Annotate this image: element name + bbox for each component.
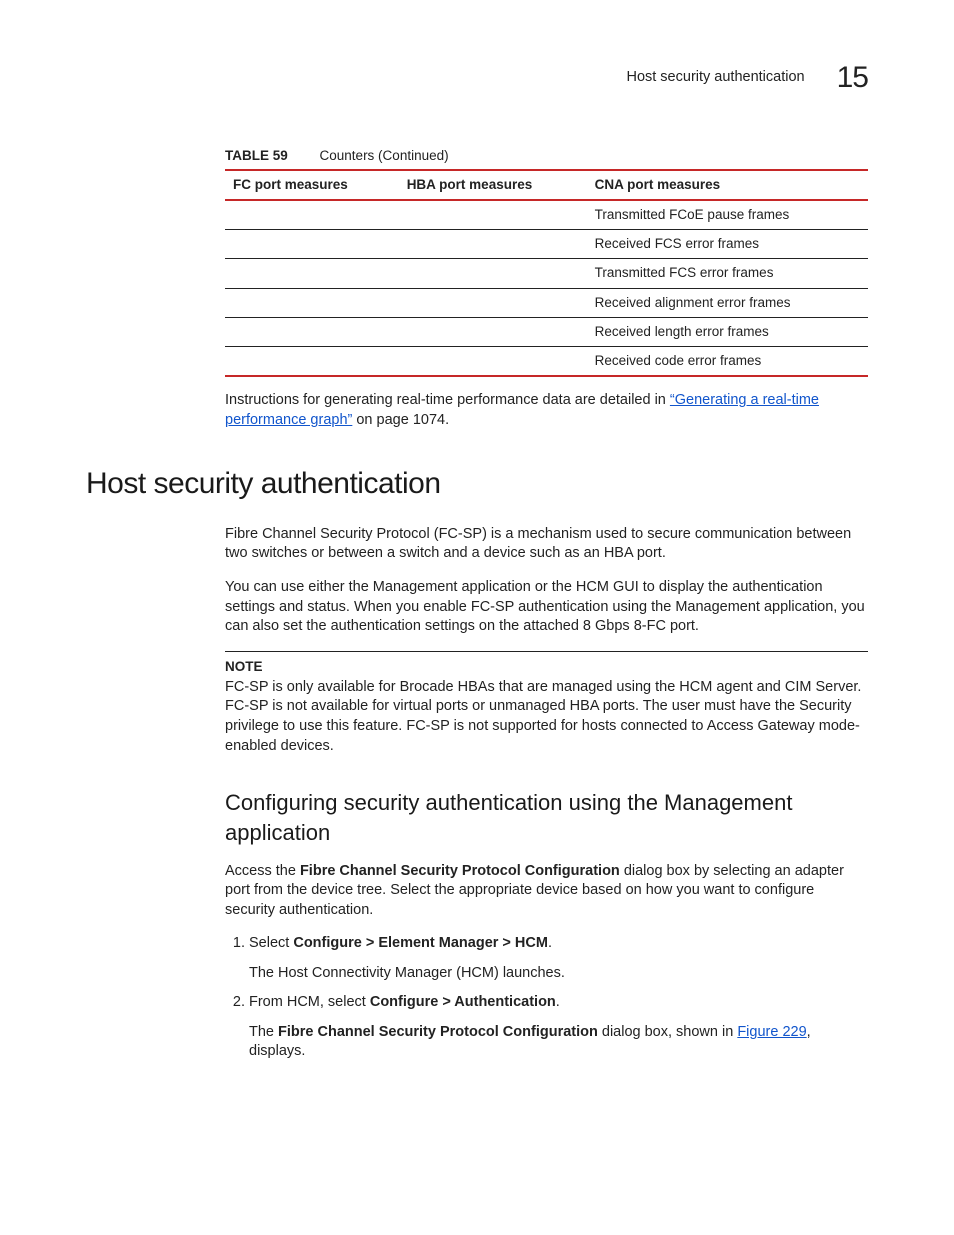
table-block: TABLE 59 Counters (Continued) FC port me… — [225, 147, 868, 431]
table-col-cna: CNA port measures — [587, 170, 868, 200]
running-header: Host security authentication 15 — [86, 58, 868, 99]
running-header-section: Host security authentication — [626, 69, 804, 85]
table-cell — [225, 230, 399, 259]
table-caption-text: Counters (Continued) — [320, 148, 449, 163]
step-1: Select Configure > Element Manager > HCM… — [249, 934, 868, 983]
table-cell — [225, 347, 399, 377]
table-cell — [225, 317, 399, 346]
step-1-bold: Configure > Element Manager > HCM — [293, 935, 548, 951]
note-body: FC-SP is only available for Brocade HBAs… — [225, 679, 861, 754]
table-cell — [399, 288, 587, 317]
step-2-result: The Fibre Channel Security Protocol Conf… — [249, 1023, 868, 1062]
running-header-chapter-number: 15 — [837, 61, 868, 94]
table-row: Received code error frames — [225, 347, 868, 377]
step-2-result-mid: dialog box, shown in — [598, 1024, 737, 1040]
table-cell — [399, 259, 587, 288]
config-intro-paragraph: Access the Fibre Channel Security Protoc… — [225, 862, 868, 921]
page: Host security authentication 15 TABLE 59… — [0, 0, 954, 1235]
step-2-bold: Configure > Authentication — [370, 994, 556, 1010]
table-cell: Transmitted FCoE pause frames — [587, 200, 868, 230]
intro-paragraph-1: Fibre Channel Security Protocol (FC-SP) … — [225, 525, 868, 564]
heading-host-security-authentication: Host security authentication — [86, 464, 868, 505]
heading-configuring-security-auth: Configuring security authentication usin… — [225, 788, 868, 847]
step-1-prefix: Select — [249, 935, 293, 951]
table-cell: Received alignment error frames — [587, 288, 868, 317]
table-cell: Received code error frames — [587, 347, 868, 377]
step-1-result: The Host Connectivity Manager (HCM) laun… — [249, 964, 868, 984]
table-cell — [399, 230, 587, 259]
step-1-suffix: . — [548, 935, 552, 951]
table-cell — [399, 317, 587, 346]
table-row: Received FCS error frames — [225, 230, 868, 259]
table-col-fc: FC port measures — [225, 170, 399, 200]
instructions-suffix: on page 1074. — [352, 412, 449, 428]
config-intro-prefix: Access the — [225, 863, 300, 879]
table-cell — [225, 200, 399, 230]
table-caption: TABLE 59 Counters (Continued) — [225, 147, 868, 165]
table-cell — [225, 288, 399, 317]
instructions-paragraph: Instructions for generating real-time pe… — [225, 391, 868, 430]
step-2-suffix: . — [556, 994, 560, 1010]
table-row: Transmitted FCoE pause frames — [225, 200, 868, 230]
step-2: From HCM, select Configure > Authenticat… — [249, 993, 868, 1062]
link-figure-229[interactable]: Figure 229 — [737, 1024, 806, 1040]
table-cell — [399, 347, 587, 377]
table-col-hba: HBA port measures — [399, 170, 587, 200]
step-2-prefix: From HCM, select — [249, 994, 370, 1010]
step-2-result-prefix: The — [249, 1024, 278, 1040]
table-row: Transmitted FCS error frames — [225, 259, 868, 288]
note-label: NOTE — [225, 658, 868, 676]
step-2-result-bold: Fibre Channel Security Protocol Configur… — [278, 1024, 598, 1040]
note-block: NOTE FC-SP is only available for Brocade… — [225, 651, 868, 756]
instructions-prefix: Instructions for generating real-time pe… — [225, 392, 670, 408]
config-intro-bold: Fibre Channel Security Protocol Configur… — [300, 863, 620, 879]
table-cell: Transmitted FCS error frames — [587, 259, 868, 288]
intro-paragraph-2: You can use either the Management applic… — [225, 578, 868, 637]
table-cell: Received length error frames — [587, 317, 868, 346]
section-body: Fibre Channel Security Protocol (FC-SP) … — [225, 525, 868, 1062]
table-cell: Received FCS error frames — [587, 230, 868, 259]
table-row: Received alignment error frames — [225, 288, 868, 317]
steps-list: Select Configure > Element Manager > HCM… — [225, 934, 868, 1062]
table-row: Received length error frames — [225, 317, 868, 346]
table-cell — [399, 200, 587, 230]
table-cell — [225, 259, 399, 288]
table-label: TABLE 59 — [225, 148, 288, 163]
counters-table: FC port measures HBA port measures CNA p… — [225, 169, 868, 378]
